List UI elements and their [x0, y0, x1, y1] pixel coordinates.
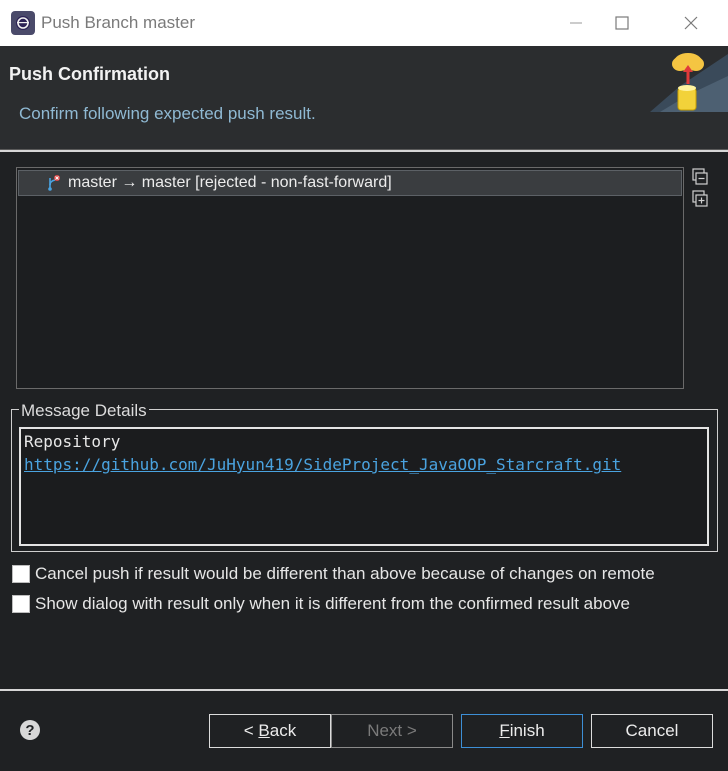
cancel-push-checkbox[interactable] — [12, 565, 30, 583]
push-result-tree[interactable]: master → master [rejected - non-fast-for… — [16, 167, 684, 389]
next-label: Next > — [367, 721, 417, 740]
back-prefix: < — [243, 721, 259, 740]
show-dialog-checkbox[interactable] — [12, 595, 30, 613]
eclipse-app-icon — [11, 11, 35, 35]
help-icon[interactable]: ? — [20, 720, 40, 740]
close-button[interactable] — [668, 0, 714, 46]
maximize-button[interactable] — [599, 0, 645, 46]
cancel-label: Cancel — [625, 721, 679, 740]
wizard-header: Push Confirmation Confirm following expe… — [0, 46, 728, 150]
window-title: Push Branch master — [41, 13, 196, 32]
minimize-button[interactable] — [553, 0, 599, 46]
push-result-row[interactable]: master → master [rejected - non-fast-for… — [18, 170, 682, 196]
finish-rest: inish — [509, 721, 545, 740]
show-dialog-label[interactable]: Show dialog with result only when it is … — [35, 594, 630, 614]
cancel-button[interactable]: Cancel — [591, 714, 713, 748]
expand-all-icon[interactable] — [690, 189, 710, 209]
back-mnemonic: B — [258, 721, 270, 740]
next-button[interactable]: Next > — [331, 714, 453, 748]
message-details-text[interactable]: Repository https://github.com/JuHyun419/… — [19, 427, 709, 546]
cancel-push-label[interactable]: Cancel push if result would be different… — [35, 564, 655, 584]
message-details-label: Message Details — [19, 401, 149, 421]
back-button[interactable]: < Back — [209, 714, 331, 748]
collapse-all-icon[interactable] — [690, 167, 710, 187]
push-result-label: master → master [rejected - non-fast-for… — [68, 174, 392, 191]
header-separator — [0, 150, 728, 152]
back-rest: ack — [269, 721, 297, 740]
branch-rejected-icon — [45, 174, 63, 192]
repository-url-link[interactable]: https://github.com/JuHyun419/SideProject… — [24, 455, 621, 474]
cancel-push-option[interactable]: Cancel push if result would be different… — [12, 564, 655, 584]
page-description: Confirm following expected push result. — [19, 104, 316, 123]
finish-button[interactable]: Finish — [461, 714, 583, 748]
repository-label: Repository — [24, 432, 121, 451]
footer-separator — [0, 689, 728, 691]
finish-mnemonic: F — [499, 721, 510, 740]
title-bar: Push Branch master — [0, 0, 728, 46]
show-dialog-option[interactable]: Show dialog with result only when it is … — [12, 594, 630, 614]
page-title: Push Confirmation — [9, 64, 170, 84]
push-wizard-banner-icon — [650, 46, 728, 112]
